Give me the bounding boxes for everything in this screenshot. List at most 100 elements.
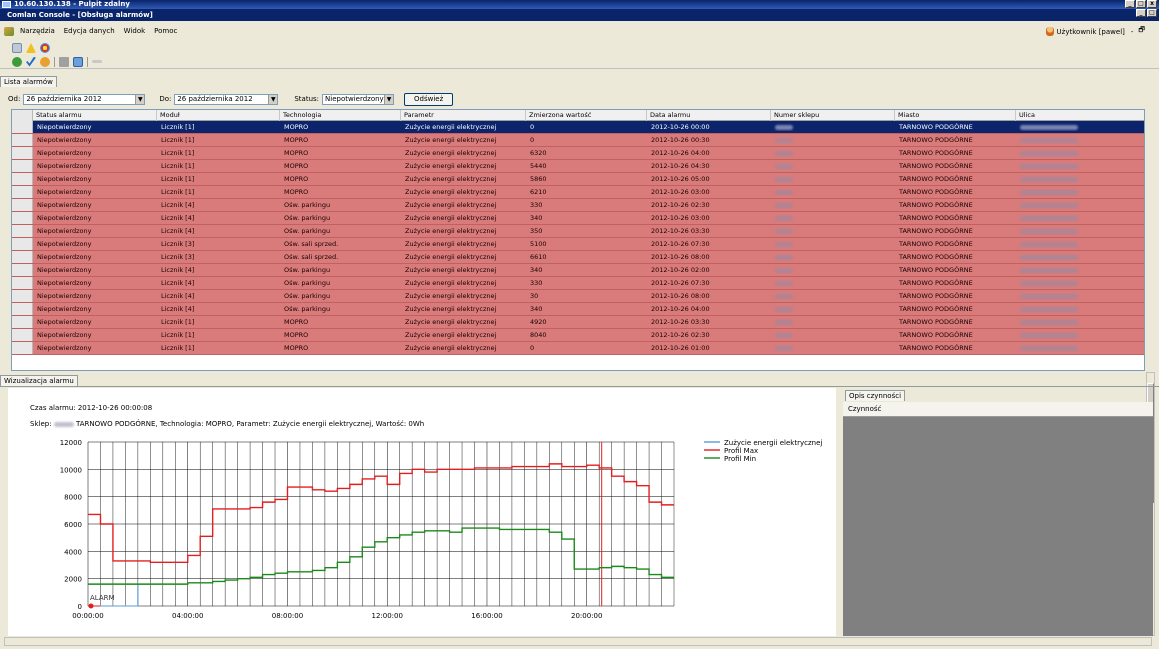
row-header[interactable] [12, 264, 33, 276]
x-tick-label: 08:00:00 [272, 612, 303, 620]
cell-date: 2012-10-26 05:00 [651, 175, 710, 183]
row-header[interactable] [12, 212, 33, 224]
menu-tools[interactable]: Narzędzia [20, 27, 55, 35]
row-header[interactable] [12, 329, 33, 341]
column-header[interactable]: Data alarmu [647, 110, 771, 121]
from-date-picker[interactable]: 26 października 2012 ▼ [23, 93, 146, 105]
table-row[interactable]: Niepotwierdzony Licznik [4] Ośw. parkingu Z… [12, 290, 1144, 303]
cell-param: Zużycie energii elektrycznej [405, 279, 497, 287]
print-icon[interactable] [59, 56, 69, 67]
table-row[interactable]: Niepotwierdzony Licznik [4] Ośw. parkingu Z… [12, 303, 1144, 316]
cell-shop-redacted [771, 318, 895, 326]
row-header[interactable] [12, 290, 33, 302]
column-header[interactable]: Moduł [157, 110, 280, 121]
app-menu-icon[interactable] [4, 26, 14, 36]
row-header[interactable] [12, 160, 33, 172]
table-row[interactable]: Niepotwierdzony Licznik [1] MOPRO Zużycie e… [12, 173, 1144, 186]
row-header[interactable] [12, 199, 33, 211]
more-icon[interactable] [92, 60, 102, 63]
cell-module: Licznik [1] [161, 149, 195, 157]
row-header[interactable] [12, 134, 33, 146]
cell-city: TARNOWO PODGÓRNE [899, 318, 973, 326]
column-header[interactable]: Status alarmu [33, 110, 157, 121]
minimize-button[interactable]: _ [1125, 0, 1135, 8]
warning-icon[interactable] [26, 43, 36, 53]
cell-status: Niepotwierdzony [37, 253, 92, 261]
table-row[interactable]: Niepotwierdzony Licznik [4] Ośw. parkingu Z… [12, 264, 1144, 277]
table-row[interactable]: Niepotwierdzony Licznik [4] Ośw. parkingu Z… [12, 212, 1144, 225]
close-button[interactable]: x [1147, 0, 1157, 8]
action-column-header[interactable]: Czynność [843, 402, 1153, 417]
row-header[interactable] [12, 147, 33, 159]
cell-status: Niepotwierdzony [37, 201, 92, 209]
tab-alarm-list[interactable]: Lista alarmów [0, 76, 57, 87]
status-select[interactable]: Niepotwierdzony ▼ [322, 93, 395, 105]
chevron-down-icon[interactable]: ▼ [268, 94, 278, 104]
refresh-button[interactable]: Odśwież [404, 92, 454, 106]
cell-param: Zużycie energii elektrycznej [405, 240, 497, 248]
mdi-dash[interactable]: - [1131, 28, 1134, 36]
column-header[interactable]: Parametr [401, 110, 526, 121]
table-row[interactable]: Niepotwierdzony Licznik [1] MOPRO Zużycie e… [12, 160, 1144, 173]
row-header[interactable] [12, 173, 33, 185]
column-header[interactable]: Miasto [895, 110, 1016, 121]
menu-edit-data[interactable]: Edycja danych [64, 27, 115, 35]
row-header[interactable] [12, 342, 33, 354]
table-row[interactable]: Niepotwierdzony Licznik [4] Ośw. parkingu Z… [12, 225, 1144, 238]
row-header[interactable] [12, 251, 33, 263]
user-indicator[interactable]: Użytkownik [pawel] - 🗗 [1045, 26, 1145, 37]
cell-module: Licznik [1] [161, 318, 195, 326]
status-label: Status: [294, 95, 320, 103]
mdi-restore-button[interactable]: □ [1147, 9, 1157, 17]
restore-button[interactable]: □ [1136, 0, 1146, 8]
y-tick-label: 6000 [64, 521, 82, 529]
table-row[interactable]: Niepotwierdzony Licznik [3] Ośw. sali sprz… [12, 251, 1144, 264]
column-header[interactable]: Ulica [1016, 110, 1144, 121]
row-header[interactable] [12, 316, 33, 328]
cell-street-redacted [1016, 136, 1144, 144]
row-header[interactable] [12, 238, 33, 250]
menu-help[interactable]: Pomoc [154, 27, 177, 35]
row-header[interactable] [12, 303, 33, 315]
table-row[interactable]: Niepotwierdzony Licznik [1] MOPRO Zużycie e… [12, 134, 1144, 147]
row-header[interactable] [12, 277, 33, 289]
mdi-restore-icon[interactable]: 🗗 [1138, 26, 1145, 37]
mdi-minimize-button[interactable]: _ [1136, 9, 1146, 17]
to-date-picker[interactable]: 26 października 2012 ▼ [174, 93, 279, 105]
chrome-like-icon[interactable] [40, 43, 50, 53]
table-row[interactable]: Niepotwierdzony Licznik [1] MOPRO Zużycie e… [12, 186, 1144, 199]
column-header[interactable]: Technologia [280, 110, 401, 121]
table-row[interactable]: Niepotwierdzony Licznik [3] Ośw. sali sprz… [12, 238, 1144, 251]
cell-value: 0 [530, 136, 535, 144]
table-row[interactable]: Niepotwierdzony Licznik [1] MOPRO Zużycie e… [12, 329, 1144, 342]
row-header[interactable] [12, 225, 33, 237]
column-header[interactable]: Numer sklepu [771, 110, 895, 121]
horizontal-scrollbar[interactable] [4, 637, 1152, 646]
tab-divider [0, 386, 1159, 387]
cell-status: Niepotwierdzony [37, 188, 92, 196]
table-row[interactable]: Niepotwierdzony Licznik [1] MOPRO Zużycie e… [12, 342, 1144, 355]
chevron-down-icon[interactable]: ▼ [384, 94, 394, 104]
export-icon[interactable] [73, 56, 83, 67]
cell-tech: MOPRO [284, 162, 309, 170]
column-header[interactable]: Zmierzona wartość [526, 110, 647, 121]
cell-street-redacted [1016, 279, 1144, 287]
mdi-controls: _ □ [1136, 9, 1157, 17]
check-icon[interactable] [26, 56, 36, 67]
table-row[interactable]: Niepotwierdzony Licznik [4] Ośw. parkingu Z… [12, 277, 1144, 290]
menu-view[interactable]: Widok [124, 27, 146, 35]
tab-alarm-visualization[interactable]: Wizualizacja alarmu [0, 375, 78, 386]
refresh-icon[interactable] [12, 56, 22, 67]
table-row[interactable]: Niepotwierdzony Licznik [1] MOPRO Zużycie e… [12, 147, 1144, 160]
row-header[interactable] [12, 186, 33, 198]
chevron-down-icon[interactable]: ▼ [135, 94, 145, 104]
table-row[interactable]: Niepotwierdzony Licznik [1] MOPRO Zużycie e… [12, 121, 1144, 134]
clock-icon[interactable] [40, 56, 50, 67]
cell-value: 8040 [530, 331, 547, 339]
tab-action-description[interactable]: Opis czynności [845, 390, 906, 401]
row-header[interactable] [12, 121, 33, 133]
table-row[interactable]: Niepotwierdzony Licznik [4] Ośw. parkingu Z… [12, 199, 1144, 212]
cell-date: 2012-10-26 01:00 [651, 344, 710, 352]
table-row[interactable]: Niepotwierdzony Licznik [1] MOPRO Zużycie e… [12, 316, 1144, 329]
mail-icon[interactable] [12, 43, 22, 53]
